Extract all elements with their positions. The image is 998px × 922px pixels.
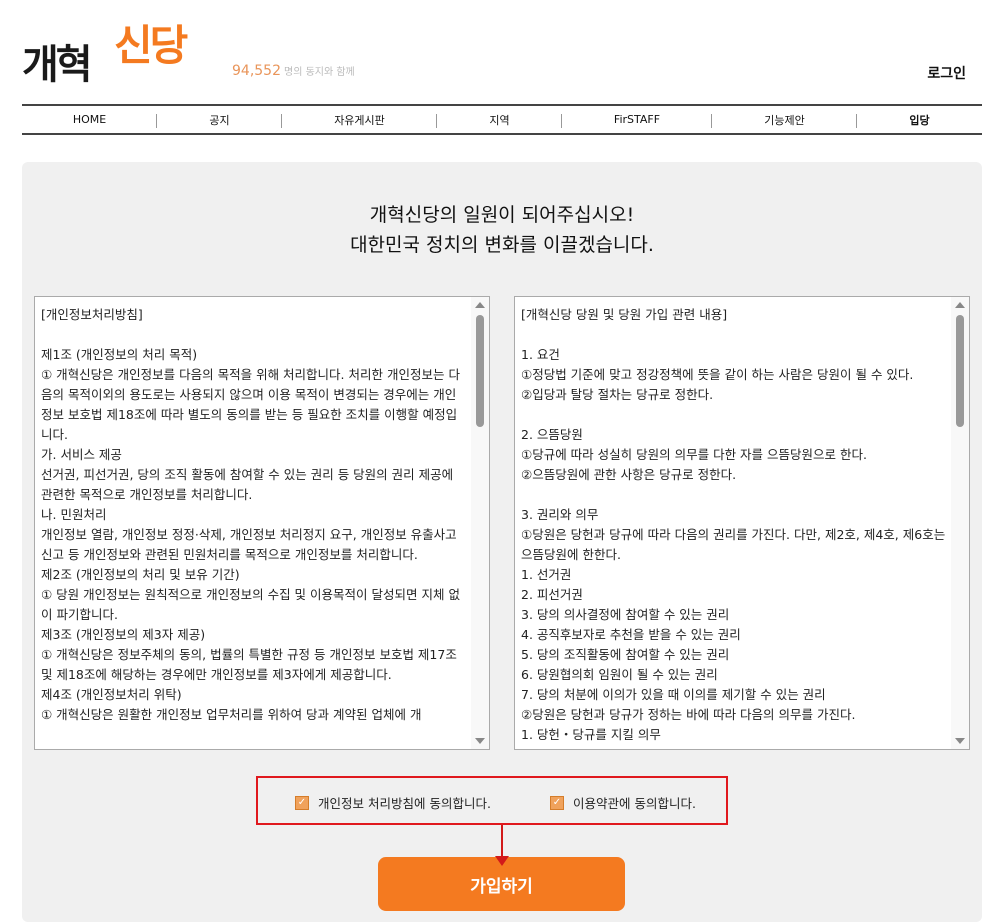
checkmark-icon: ✓ [297, 796, 307, 808]
nav-item-firstaff[interactable]: FirSTAFF [562, 106, 712, 133]
member-count-suffix: 명의 동지와 함께 [284, 67, 355, 78]
checkmark-icon: ✓ [552, 796, 562, 808]
terms-text: [개혁신당 당원 및 당원 가입 관련 내용] 1. 요건 ①정당법 기준에 맞… [521, 307, 946, 742]
terms-textbox[interactable]: [개혁신당 당원 및 당원 가입 관련 내용] 1. 요건 ①정당법 기준에 맞… [514, 296, 970, 750]
terms-agree-option[interactable]: ✓ 이용약관에 동의합니다. [550, 793, 696, 812]
terms-scrollbar[interactable] [951, 297, 969, 749]
member-count: 94,552 명의 동지와 함께 [232, 63, 355, 79]
scroll-up-arrow-icon[interactable] [955, 302, 965, 308]
terms-agree-checkbox[interactable]: ✓ [550, 795, 564, 810]
login-link[interactable]: 로그인 [927, 63, 966, 83]
scroll-up-arrow-icon[interactable] [475, 302, 485, 308]
nav-item-notice[interactable]: 공지 [157, 106, 282, 133]
arrow-head-icon [495, 856, 509, 866]
privacy-policy-text: [개인정보처리방침] 제1조 (개인정보의 처리 목적) ① 개혁신당은 개인정… [41, 307, 460, 722]
scroll-thumb[interactable] [476, 315, 484, 427]
privacy-agree-label: 개인정보 처리방침에 동의합니다. [318, 796, 491, 811]
nav-item-free-board[interactable]: 자유게시판 [282, 106, 437, 133]
headline-line2: 대한민국 정치의 변화를 이끌겠습니다. [350, 234, 654, 256]
scroll-thumb[interactable] [956, 315, 964, 427]
member-count-value: 94,552 [232, 63, 281, 79]
site-header: 개혁 신당 94,552 명의 동지와 함께 로그인 [0, 0, 998, 104]
headline-line1: 개혁신당의 일원이 되어주십시오! [369, 204, 635, 226]
agreement-box: ✓ 개인정보 처리방침에 동의합니다. ✓ 이용약관에 동의합니다. [256, 776, 728, 825]
nav-item-feature-request[interactable]: 기능제안 [712, 106, 857, 133]
logo-text-orange: 신당 [114, 21, 188, 70]
privacy-scrollbar[interactable] [471, 297, 489, 749]
scroll-down-arrow-icon[interactable] [475, 738, 485, 744]
nav-item-join[interactable]: 입당 [857, 106, 982, 133]
main-nav: HOME 공지 자유게시판 지역 FirSTAFF 기능제안 입당 [22, 104, 982, 135]
privacy-agree-option[interactable]: ✓ 개인정보 처리방침에 동의합니다. [295, 793, 491, 812]
nav-item-region[interactable]: 지역 [437, 106, 562, 133]
privacy-agree-checkbox[interactable]: ✓ [295, 795, 309, 810]
scroll-down-arrow-icon[interactable] [955, 738, 965, 744]
nav-item-home[interactable]: HOME [22, 106, 157, 133]
logo-text-black: 개혁 [22, 42, 93, 88]
site-logo[interactable]: 개혁 신당 [22, 12, 212, 88]
terms-agree-label: 이용약관에 동의합니다. [573, 796, 696, 811]
arrow-down-icon [501, 825, 503, 859]
privacy-policy-textbox[interactable]: [개인정보처리방침] 제1조 (개인정보의 처리 목적) ① 개혁신당은 개인정… [34, 296, 490, 750]
join-panel: 개혁신당의 일원이 되어주십시오! 대한민국 정치의 변화를 이끌겠습니다. [… [22, 162, 982, 922]
